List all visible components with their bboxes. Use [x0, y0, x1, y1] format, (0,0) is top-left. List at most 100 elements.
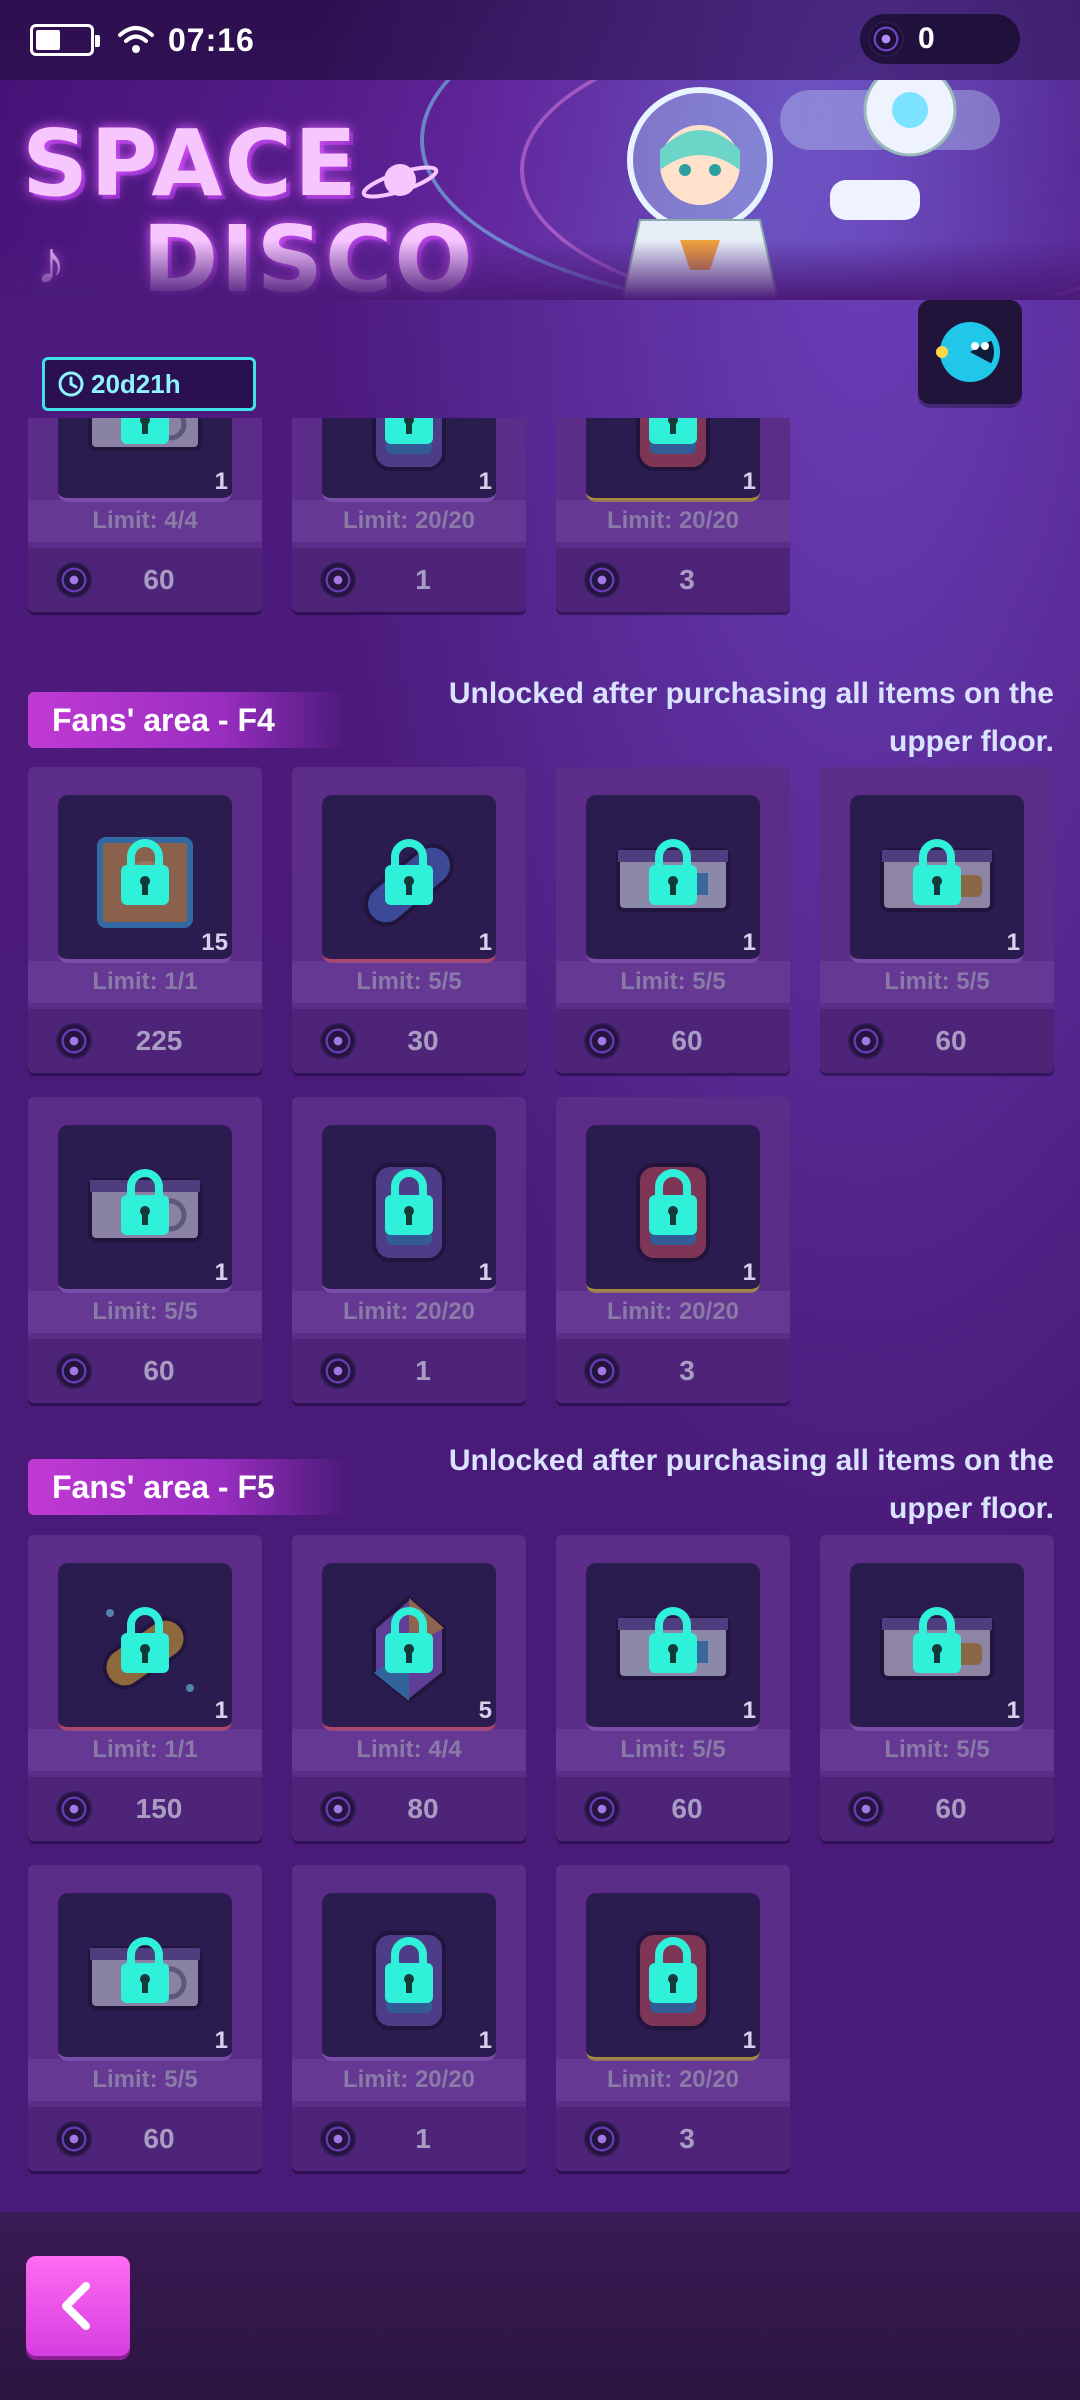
item-image: 1	[322, 795, 496, 963]
lock-icon	[649, 418, 697, 444]
lock-icon	[913, 839, 961, 905]
disc-currency-icon	[320, 2121, 356, 2157]
item-quantity: 1	[742, 1259, 756, 1286]
item-limit: Limit: 5/5	[28, 2059, 262, 2101]
item-image: 1	[58, 1563, 232, 1731]
item-quantity: 1	[742, 468, 756, 495]
item-price: 60	[143, 1355, 175, 1386]
item-quantity: 5	[478, 1697, 492, 1724]
disc-currency-icon	[848, 1791, 884, 1827]
item-quantity: 1	[1006, 929, 1020, 956]
item-limit: Limit: 5/5	[292, 961, 526, 1003]
disc-currency-icon	[56, 2121, 92, 2157]
planet-icon	[361, 164, 439, 199]
banner-title-line1: SPACE	[22, 110, 359, 217]
shop-item-card[interactable]: 1 Limit: 5/5 60	[820, 1535, 1054, 1841]
lock-icon	[385, 839, 433, 905]
shop-item-card[interactable]: 1 Limit: 20/20 3	[556, 418, 790, 612]
item-image: 1	[586, 1125, 760, 1293]
item-limit: Limit: 4/4	[292, 1729, 526, 1771]
lock-icon	[385, 1937, 433, 2003]
shop-item-card[interactable]: 1 Limit: 1/1 150	[28, 1535, 262, 1841]
item-quantity: 1	[1006, 1697, 1020, 1724]
shop-item-card[interactable]: 1 Limit: 5/5 60	[556, 1535, 790, 1841]
timer-text: 20d21h	[91, 368, 181, 399]
item-limit: Limit: 5/5	[28, 1291, 262, 1333]
disc-currency-icon	[320, 1791, 356, 1827]
item-quantity: 1	[742, 2027, 756, 2054]
lock-icon	[649, 1169, 697, 1235]
section-unlock-note: Unlocked after purchasing all items on t…	[448, 1444, 1054, 1525]
shop-item-list[interactable]: 1 Limit: 4/4 60 1 Limit: 20/20 1 1 Limit…	[0, 418, 1080, 2210]
lock-icon	[649, 839, 697, 905]
item-limit: Limit: 5/5	[556, 1729, 790, 1771]
price-row: 225	[28, 1009, 262, 1073]
item-limit: Limit: 20/20	[292, 500, 526, 542]
item-price: 30	[407, 1025, 439, 1056]
lock-icon	[385, 1607, 433, 1673]
disc-currency-icon	[584, 1023, 620, 1059]
shop-item-card[interactable]: 1 Limit: 5/5 60	[28, 1865, 262, 2171]
shop-item-card[interactable]: 1 Limit: 20/20 3	[556, 1865, 790, 2171]
lock-icon	[121, 418, 169, 444]
item-price: 80	[407, 1793, 439, 1824]
disc-currency-icon	[320, 1023, 356, 1059]
price-row: 60	[28, 2107, 262, 2171]
shop-item-card[interactable]: 15 Limit: 1/1 225	[28, 767, 262, 1073]
shop-item-card[interactable]: 5 Limit: 4/4 80	[292, 1535, 526, 1841]
wifi-icon	[118, 26, 154, 53]
section-header: Fans' area - F4	[28, 692, 347, 748]
shop-item-card[interactable]: 1 Limit: 5/5 60	[28, 1097, 262, 1403]
price-row: 1	[292, 2107, 526, 2171]
chevron-left-icon	[62, 2282, 90, 2330]
item-price: 1	[415, 1355, 431, 1386]
battery-icon	[30, 24, 100, 56]
item-image: 1	[850, 795, 1024, 963]
disc-currency-icon	[320, 1353, 356, 1389]
banner-title-line2: DISCO	[142, 206, 475, 301]
price-row: 3	[556, 2107, 790, 2171]
shop-item-card[interactable]: 1 Limit: 20/20 1	[292, 1865, 526, 2171]
price-row: 1	[292, 1339, 526, 1403]
shop-item-card[interactable]: 1 Limit: 20/20 1	[292, 1097, 526, 1403]
lock-icon	[121, 1607, 169, 1673]
item-limit: Limit: 5/5	[556, 961, 790, 1003]
item-image: 1	[586, 1563, 760, 1731]
pacman-button[interactable]	[918, 300, 1022, 404]
item-limit: Limit: 1/1	[28, 961, 262, 1003]
item-price: 60	[671, 1793, 703, 1824]
item-limit: Limit: 20/20	[556, 1291, 790, 1333]
disc-currency-icon	[584, 2121, 620, 2157]
item-price: 1	[415, 564, 431, 595]
item-limit: Limit: 1/1	[28, 1729, 262, 1771]
section-title: Fans' area - F5	[28, 1459, 347, 1515]
price-row: 60	[556, 1777, 790, 1841]
item-image: 1	[322, 1125, 496, 1293]
item-image: 1	[586, 795, 760, 963]
price-row: 3	[556, 1339, 790, 1403]
price-row: 150	[28, 1777, 262, 1841]
item-image: 5	[322, 1563, 496, 1731]
clock: 07:16	[168, 21, 255, 58]
item-image: 1	[58, 1125, 232, 1293]
currency-counter[interactable]: 0	[860, 14, 1020, 64]
price-row: 60	[820, 1009, 1054, 1073]
item-price: 3	[679, 2123, 695, 2154]
back-button[interactable]	[26, 2256, 130, 2356]
item-quantity: 1	[742, 1697, 756, 1724]
shop-item-card[interactable]: 1 Limit: 4/4 60	[28, 418, 262, 612]
music-note-icon: ♪	[36, 229, 66, 296]
lock-icon	[121, 839, 169, 905]
disc-currency-icon	[584, 1353, 620, 1389]
disc-currency-icon	[848, 1023, 884, 1059]
item-limit: Limit: 20/20	[292, 2059, 526, 2101]
section-header: Fans' area - F5	[28, 1459, 347, 1515]
shop-item-card[interactable]: 1 Limit: 5/5 60	[556, 767, 790, 1073]
shop-item-card[interactable]: 1 Limit: 20/20 3	[556, 1097, 790, 1403]
item-image: 1	[586, 1893, 760, 2061]
shop-item-card[interactable]: 1 Limit: 5/5 30	[292, 767, 526, 1073]
item-price: 3	[679, 1355, 695, 1386]
shop-item-card[interactable]: 1 Limit: 5/5 60	[820, 767, 1054, 1073]
item-price: 60	[143, 2123, 175, 2154]
shop-item-card[interactable]: 1 Limit: 20/20 1	[292, 418, 526, 612]
